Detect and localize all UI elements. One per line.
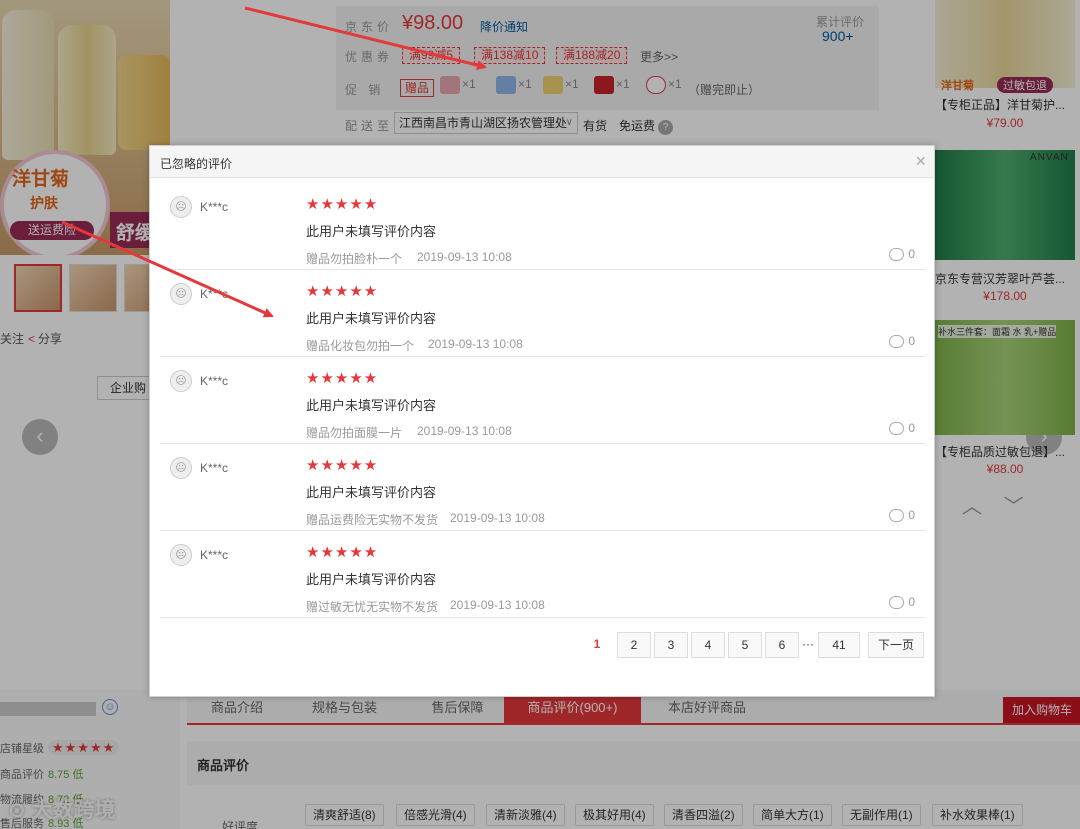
review-text: 此用户未填写评价内容 bbox=[306, 224, 437, 239]
page-ellipsis: ··· bbox=[802, 637, 814, 651]
review-stars: ★★★★★ bbox=[306, 457, 379, 474]
review-user: K***c bbox=[200, 461, 229, 475]
page-button[interactable]: 2 bbox=[617, 632, 651, 658]
review-comments[interactable]: 0 bbox=[889, 508, 915, 523]
review-text: 此用户未填写评价内容 bbox=[306, 311, 437, 326]
review-user: K***c bbox=[200, 287, 229, 301]
avatar: ☹ bbox=[170, 457, 192, 479]
next-page-button[interactable]: 下一页 bbox=[868, 632, 924, 658]
pagination: 1 2 3 4 5 6 ··· 41 下一页 bbox=[150, 632, 934, 658]
review-comment-count: 0 bbox=[908, 508, 915, 522]
review-time: 2019-09-13 10:08 bbox=[428, 337, 523, 351]
review-time: 2019-09-13 10:08 bbox=[450, 511, 545, 525]
review-user: K***c bbox=[200, 200, 229, 214]
avatar: ☹ bbox=[170, 370, 192, 392]
comment-icon bbox=[889, 248, 905, 262]
comment-icon bbox=[889, 509, 905, 523]
review-product: 赠品勿拍面膜一片 bbox=[306, 426, 403, 440]
review-time: 2019-09-13 10:08 bbox=[450, 598, 545, 612]
review-item: ☹ K***c ★★★★★ 此用户未填写评价内容 赠过敏无忧无实物不发货 201… bbox=[160, 532, 925, 618]
page-button[interactable]: 5 bbox=[728, 632, 762, 658]
review-comments[interactable]: 0 bbox=[889, 247, 915, 262]
ignored-reviews-dialog: 已忽略的评价 × ☹ K***c ★★★★★ 此用户未填写评价内容 赠品勿拍脸朴… bbox=[149, 145, 935, 697]
dialog-header: 已忽略的评价 × bbox=[150, 146, 934, 178]
review-product: 赠过敏无忧无实物不发货 bbox=[306, 600, 439, 614]
review-time: 2019-09-13 10:08 bbox=[417, 250, 512, 264]
avatar: ☹ bbox=[170, 283, 192, 305]
review-product: 赠品运费险无实物不发货 bbox=[306, 513, 439, 527]
review-product: 赠品化妆包勿拍一个 bbox=[306, 339, 415, 353]
page-button-last[interactable]: 41 bbox=[818, 632, 860, 658]
review-item: ☹ K***c ★★★★★ 此用户未填写评价内容 赠品勿拍脸朴一个 2019-0… bbox=[160, 184, 925, 270]
page-button[interactable]: 3 bbox=[654, 632, 688, 658]
review-stars: ★★★★★ bbox=[306, 283, 379, 300]
review-stars: ★★★★★ bbox=[306, 544, 379, 561]
close-icon[interactable]: × bbox=[915, 150, 926, 172]
review-comments[interactable]: 0 bbox=[889, 334, 915, 349]
review-comments[interactable]: 0 bbox=[889, 421, 915, 436]
dialog-title: 已忽略的评价 bbox=[160, 157, 233, 171]
page-button[interactable]: 4 bbox=[691, 632, 725, 658]
review-text: 此用户未填写评价内容 bbox=[306, 398, 437, 413]
avatar: ☹ bbox=[170, 544, 192, 566]
review-stars: ★★★★★ bbox=[306, 370, 379, 387]
review-product: 赠品勿拍脸朴一个 bbox=[306, 252, 403, 266]
page-button[interactable]: 6 bbox=[765, 632, 799, 658]
review-item: ☹ K***c ★★★★★ 此用户未填写评价内容 赠品运费险无实物不发货 201… bbox=[160, 445, 925, 531]
review-item: ☹ K***c ★★★★★ 此用户未填写评价内容 赠品化妆包勿拍一个 2019-… bbox=[160, 271, 925, 357]
comment-icon bbox=[889, 335, 905, 349]
review-comment-count: 0 bbox=[908, 421, 915, 435]
review-text: 此用户未填写评价内容 bbox=[306, 572, 437, 587]
review-comment-count: 0 bbox=[908, 334, 915, 348]
page-current[interactable]: 1 bbox=[586, 632, 608, 658]
review-user: K***c bbox=[200, 374, 229, 388]
review-item: ☹ K***c ★★★★★ 此用户未填写评价内容 赠品勿拍面膜一片 2019-0… bbox=[160, 358, 925, 444]
review-user: K***c bbox=[200, 548, 229, 562]
review-text: 此用户未填写评价内容 bbox=[306, 485, 437, 500]
comment-icon bbox=[889, 596, 905, 610]
avatar: ☹ bbox=[170, 196, 192, 218]
review-comments[interactable]: 0 bbox=[889, 595, 915, 610]
review-comment-count: 0 bbox=[908, 247, 915, 261]
review-time: 2019-09-13 10:08 bbox=[417, 424, 512, 438]
review-comment-count: 0 bbox=[908, 595, 915, 609]
review-stars: ★★★★★ bbox=[306, 196, 379, 213]
comment-icon bbox=[889, 422, 905, 436]
